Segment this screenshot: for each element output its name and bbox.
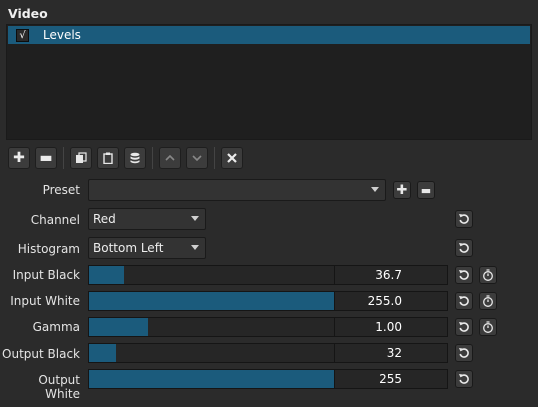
slider-fill bbox=[89, 370, 334, 388]
presets-button[interactable] bbox=[124, 147, 146, 169]
input-black-keyframe-button[interactable] bbox=[479, 266, 497, 284]
input-white-keyframe-button[interactable] bbox=[479, 292, 497, 310]
stopwatch-icon bbox=[483, 269, 493, 281]
reset-icon bbox=[459, 243, 469, 253]
slider-divider bbox=[334, 370, 335, 388]
output-white-label: Output White bbox=[38, 373, 80, 401]
channel-reset-button[interactable] bbox=[455, 210, 473, 228]
output-black-label: Output Black bbox=[2, 347, 80, 361]
paste-icon bbox=[103, 152, 113, 164]
stopwatch-icon bbox=[483, 295, 493, 307]
add-filter-button[interactable]: ✚ bbox=[8, 147, 30, 169]
reset-icon bbox=[459, 296, 469, 306]
output-white-reset-button[interactable] bbox=[455, 370, 473, 388]
plus-icon: ✚ bbox=[13, 150, 25, 166]
input-white-value: 255.0 bbox=[367, 294, 402, 308]
reset-icon bbox=[459, 270, 469, 280]
slider-divider bbox=[334, 266, 335, 284]
toolbar-separator bbox=[214, 147, 215, 169]
chevron-down-icon bbox=[191, 216, 199, 221]
minus-icon: ▬ bbox=[39, 150, 53, 166]
input-white-label: Input White bbox=[10, 294, 80, 308]
slider-fill bbox=[89, 292, 334, 310]
histogram-reset-button[interactable] bbox=[455, 239, 473, 257]
chevron-up-icon bbox=[165, 154, 175, 161]
copy-filter-button[interactable] bbox=[70, 147, 92, 169]
gamma-reset-button[interactable] bbox=[455, 318, 473, 336]
filter-enabled-checkbox[interactable]: √ bbox=[16, 28, 29, 42]
reset-icon bbox=[459, 348, 469, 358]
chevron-down-icon bbox=[192, 155, 202, 162]
preset-combo[interactable] bbox=[88, 179, 386, 201]
output-black-slider[interactable]: 32 bbox=[88, 343, 448, 363]
input-black-value: 36.7 bbox=[375, 268, 402, 282]
close-icon bbox=[227, 153, 237, 163]
paste-filter-button[interactable] bbox=[97, 147, 119, 169]
reset-icon bbox=[459, 322, 469, 332]
gamma-slider[interactable]: 1.00 bbox=[88, 317, 448, 337]
toolbar-separator bbox=[152, 147, 153, 169]
output-white-value: 255 bbox=[379, 372, 402, 386]
input-black-slider[interactable]: 36.7 bbox=[88, 265, 448, 285]
gamma-label: Gamma bbox=[32, 320, 80, 334]
channel-value: Red bbox=[93, 212, 116, 226]
filter-list[interactable]: √ Levels bbox=[6, 24, 532, 140]
gamma-value: 1.00 bbox=[375, 320, 402, 334]
chevron-down-icon bbox=[371, 187, 379, 192]
plus-icon: ✚ bbox=[396, 182, 408, 198]
reset-icon bbox=[459, 374, 469, 384]
histogram-combo[interactable]: Bottom Left bbox=[88, 237, 206, 259]
gamma-keyframe-button[interactable] bbox=[479, 318, 497, 336]
move-down-button[interactable] bbox=[186, 147, 208, 169]
deselect-filter-button[interactable] bbox=[221, 147, 243, 169]
input-white-slider[interactable]: 255.0 bbox=[88, 291, 448, 311]
section-title: Video bbox=[8, 6, 48, 21]
slider-divider bbox=[334, 292, 335, 310]
reset-icon bbox=[459, 214, 469, 224]
input-white-reset-button[interactable] bbox=[455, 292, 473, 310]
filter-label: Levels bbox=[43, 28, 81, 42]
slider-divider bbox=[334, 344, 335, 362]
slider-fill bbox=[89, 318, 148, 336]
histogram-value: Bottom Left bbox=[93, 241, 164, 255]
output-black-value: 32 bbox=[386, 346, 402, 360]
stopwatch-icon bbox=[483, 321, 493, 333]
database-icon bbox=[130, 152, 140, 164]
toolbar-separator bbox=[63, 147, 64, 169]
save-preset-button[interactable]: ✚ bbox=[393, 181, 411, 199]
input-black-reset-button[interactable] bbox=[455, 266, 473, 284]
preset-label: Preset bbox=[42, 183, 80, 197]
chevron-down-icon bbox=[191, 245, 199, 250]
input-black-label: Input Black bbox=[12, 268, 80, 282]
slider-fill bbox=[89, 344, 116, 362]
copy-icon bbox=[76, 152, 87, 163]
remove-filter-button[interactable]: ▬ bbox=[35, 147, 57, 169]
minus-icon: ▬ bbox=[420, 183, 432, 197]
delete-preset-button[interactable]: ▬ bbox=[417, 181, 435, 199]
filter-toolbar: ✚ ▬ bbox=[8, 146, 248, 170]
slider-fill bbox=[89, 266, 124, 284]
output-black-reset-button[interactable] bbox=[455, 344, 473, 362]
slider-divider bbox=[334, 318, 335, 336]
output-white-slider[interactable]: 255 bbox=[88, 369, 448, 389]
filter-row-levels[interactable]: √ Levels bbox=[8, 26, 530, 44]
channel-label: Channel bbox=[30, 213, 80, 227]
histogram-label: Histogram bbox=[17, 242, 80, 256]
channel-combo[interactable]: Red bbox=[88, 208, 206, 230]
move-up-button[interactable] bbox=[159, 147, 181, 169]
